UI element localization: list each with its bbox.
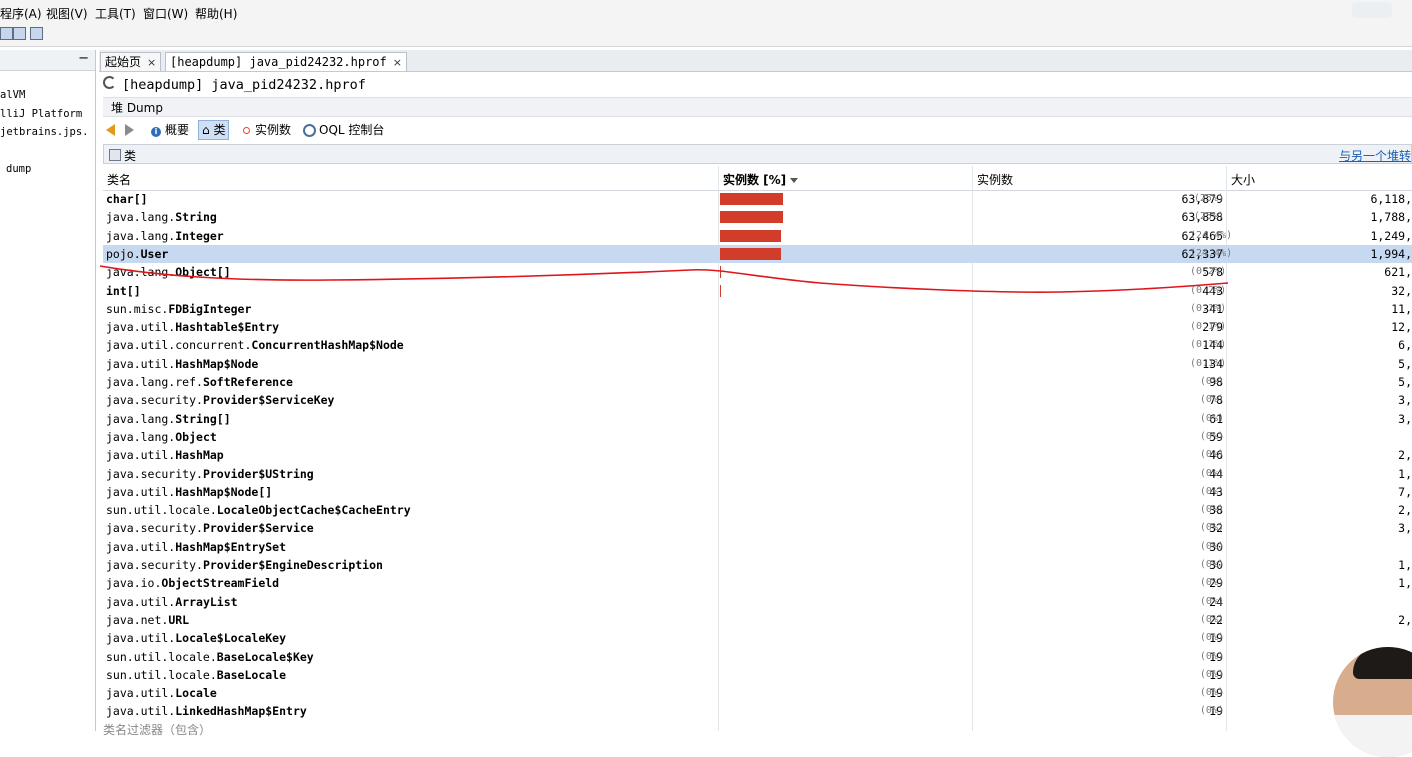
annotation-underline (99, 265, 1229, 293)
presenter-hair (1353, 647, 1412, 679)
annotation-stroke (99, 265, 1229, 293)
presenter-shirt (1333, 715, 1412, 757)
